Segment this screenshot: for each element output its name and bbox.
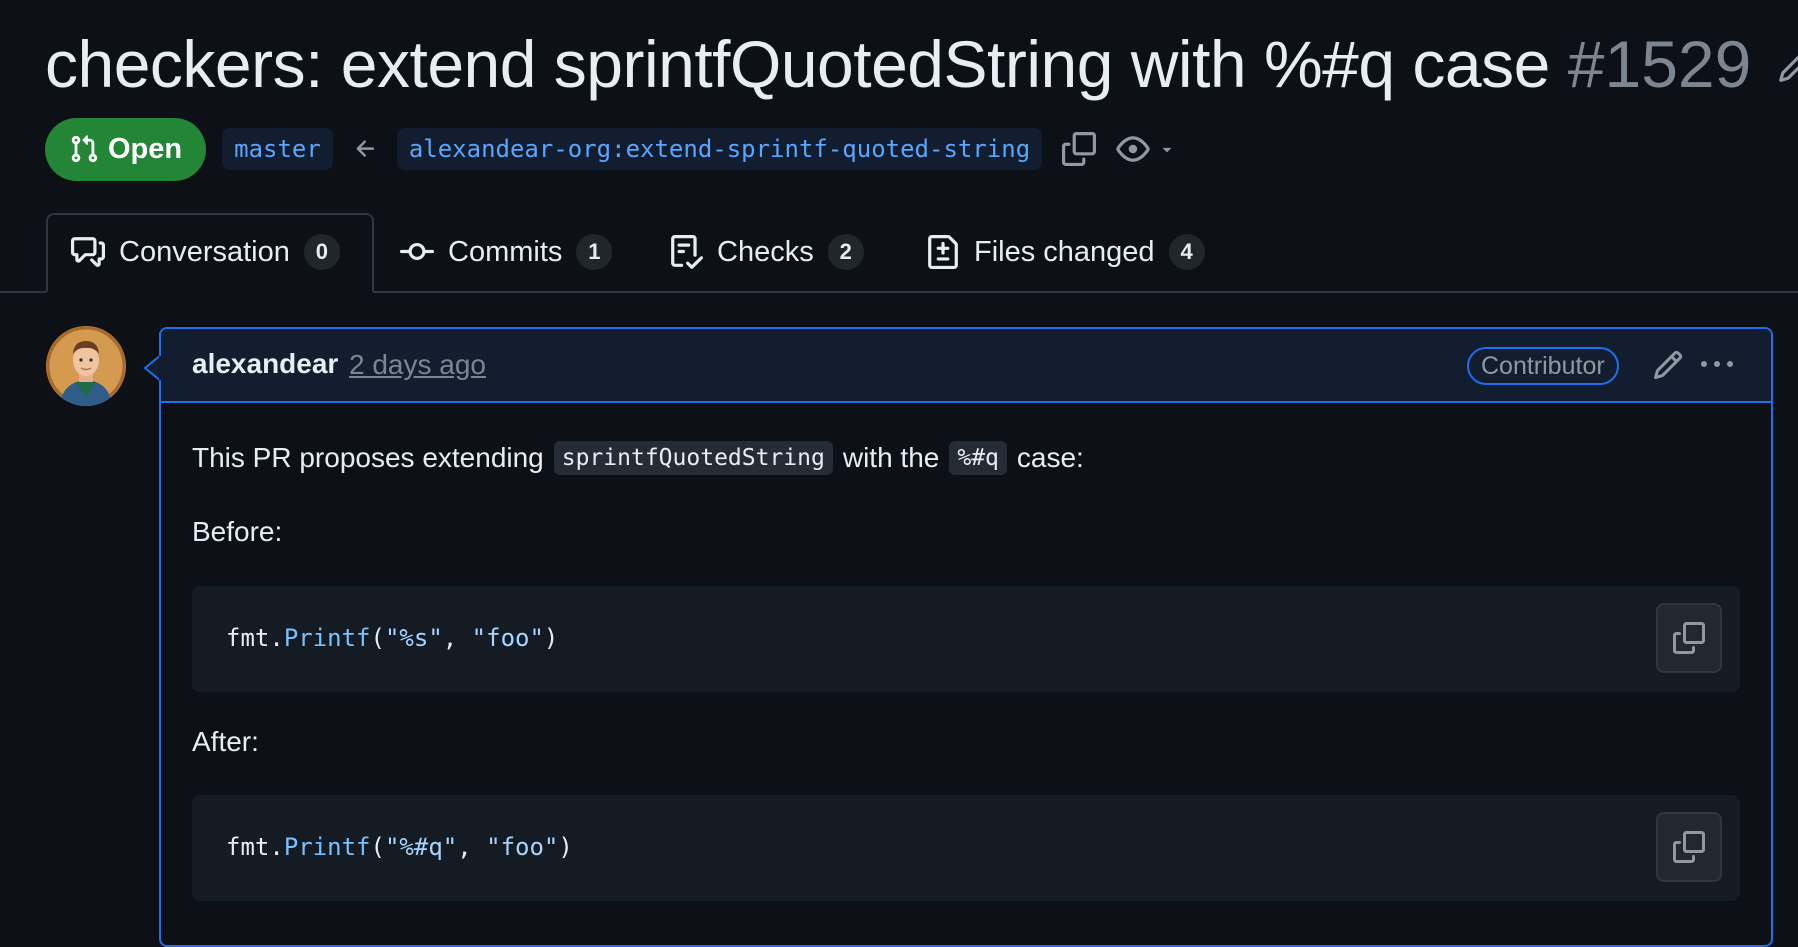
copy-icon[interactable] bbox=[1062, 132, 1097, 166]
pr-number: #1529 bbox=[1567, 27, 1752, 101]
copy-icon bbox=[1673, 831, 1705, 863]
head-branch-link[interactable]: alexandear-org:extend-sprintf-quoted-str… bbox=[396, 128, 1043, 170]
tab-counter: 4 bbox=[1168, 234, 1205, 270]
base-branch-link[interactable]: master bbox=[222, 128, 333, 170]
avatar-image bbox=[46, 326, 126, 406]
intro-text: with the bbox=[842, 442, 940, 473]
tab-label: Files changed bbox=[974, 235, 1155, 268]
code-line: fmt.Printf("%#q", "foo") bbox=[226, 833, 573, 861]
git-pull-request-icon bbox=[71, 135, 98, 163]
status-label: Open bbox=[108, 132, 183, 165]
status-badge: Open bbox=[45, 117, 207, 181]
pencil-icon[interactable] bbox=[1652, 349, 1684, 381]
checklist-icon bbox=[671, 235, 703, 269]
intro-text: This PR proposes extending bbox=[192, 442, 544, 473]
before-label: Before: bbox=[192, 516, 283, 547]
pencil-icon[interactable] bbox=[1777, 50, 1798, 84]
code-block-before: fmt.Printf("%s", "foo") bbox=[192, 586, 1740, 692]
comment-timestamp[interactable]: 2 days ago bbox=[349, 349, 486, 381]
tab-label: Checks bbox=[717, 235, 814, 268]
arrow-left-icon bbox=[356, 140, 374, 157]
kebab-horizontal-icon[interactable] bbox=[1699, 349, 1735, 381]
pr-meta-row: Open master alexandear-org:extend-sprint… bbox=[45, 117, 1176, 181]
after-label: After: bbox=[192, 726, 259, 757]
tab-commits[interactable]: Commits 1 bbox=[400, 213, 613, 291]
intro-text: case: bbox=[1016, 442, 1084, 473]
inline-code: sprintfQuotedString bbox=[553, 441, 833, 475]
comment-author[interactable]: alexandear bbox=[192, 348, 338, 380]
pr-title: checkers: extend sprintfQuotedString wit… bbox=[45, 27, 1550, 101]
tab-counter: 1 bbox=[576, 234, 613, 270]
code-block-after: fmt.Printf("%#q", "foo") bbox=[192, 795, 1740, 901]
tab-checks[interactable]: Checks 2 bbox=[669, 213, 864, 291]
eye-icon[interactable] bbox=[1116, 132, 1150, 166]
comment-pointer bbox=[143, 355, 161, 381]
tab-counter: 2 bbox=[827, 234, 864, 270]
inline-code: %#q bbox=[949, 441, 1007, 475]
file-diff-icon bbox=[928, 235, 958, 269]
copy-code-button[interactable] bbox=[1656, 812, 1722, 882]
tab-conversation[interactable]: Conversation 0 bbox=[71, 213, 340, 291]
code-line: fmt.Printf("%s", "foo") bbox=[226, 624, 559, 652]
author-role-badge: Contributor bbox=[1467, 347, 1619, 385]
comment-discussion-icon bbox=[71, 237, 105, 267]
pr-title-row: checkers: extend sprintfQuotedString wit… bbox=[45, 22, 1798, 106]
copy-icon bbox=[1673, 622, 1705, 654]
tab-files-changed[interactable]: Files changed 4 bbox=[926, 213, 1205, 291]
role-label: Contributor bbox=[1481, 351, 1605, 380]
chevron-down-icon[interactable] bbox=[1158, 140, 1176, 158]
comment-intro: This PR proposes extending sprintfQuoted… bbox=[192, 441, 1084, 475]
avatar[interactable] bbox=[46, 326, 126, 406]
tab-label: Conversation bbox=[119, 235, 290, 268]
copy-code-button[interactable] bbox=[1656, 603, 1722, 673]
tab-label: Commits bbox=[448, 235, 563, 268]
tab-counter: 0 bbox=[303, 234, 340, 270]
git-commit-icon bbox=[400, 242, 434, 260]
